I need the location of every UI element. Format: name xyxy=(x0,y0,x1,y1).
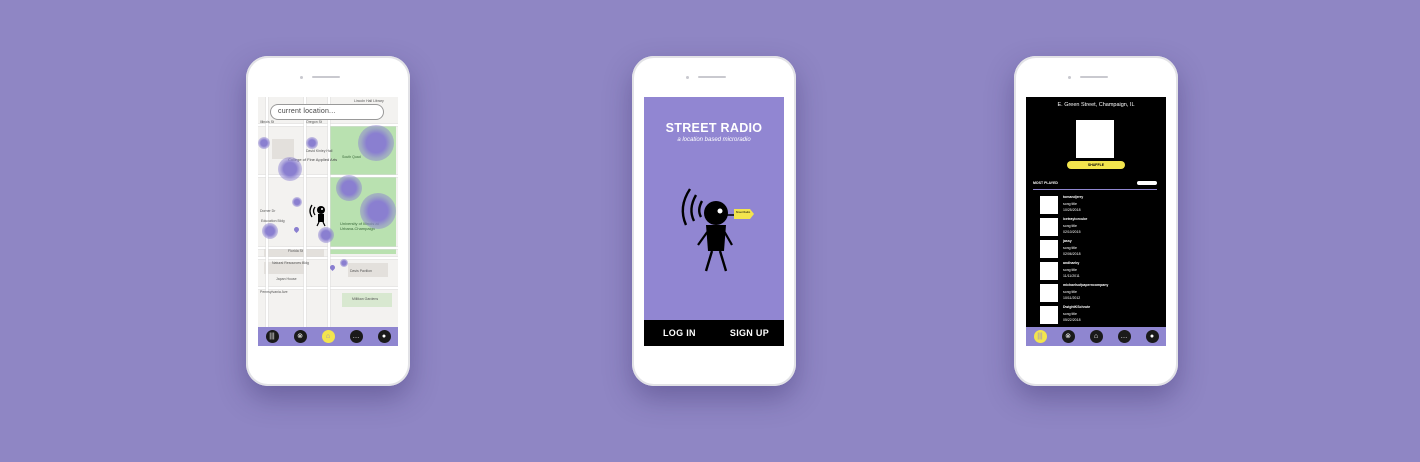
song-thumbnail xyxy=(1040,240,1058,258)
phone-map-screen: Lincoln Hall Library Illinois St Oregon … xyxy=(246,56,410,386)
flag-text: Street Radio xyxy=(735,211,751,214)
song-row[interactable]: DwightKSchrute song title 05/22/2018 xyxy=(1040,305,1158,327)
song-title: song title xyxy=(1063,312,1078,316)
station-hotspot[interactable] xyxy=(258,137,270,149)
library-icon[interactable]: ||| xyxy=(1033,330,1047,343)
station-hotspot[interactable] xyxy=(292,197,302,207)
song-date: 05/22/2018 xyxy=(1063,318,1081,322)
song-user: icetrayicecube xyxy=(1063,217,1088,221)
login-button[interactable]: LOG IN xyxy=(663,328,696,338)
song-date: 11/11/2011 xyxy=(1063,274,1080,278)
station-hotspot[interactable] xyxy=(340,259,348,267)
map-label: Lincoln Hall Library xyxy=(354,99,384,103)
phone-station-screen: E. Green Street, Champaign, IL SHUFFLE M… xyxy=(1014,56,1178,386)
map-label: Pennsylvania Ave xyxy=(260,290,288,294)
song-title: song title xyxy=(1063,202,1078,206)
station-hotspot[interactable] xyxy=(336,175,362,201)
song-row[interactable]: michaelsofpaperncompany song title 10/11… xyxy=(1040,283,1158,305)
radio-tower-icon[interactable]: ⊗ xyxy=(1061,330,1075,343)
map-label: Natural Resources Bldg xyxy=(272,261,309,265)
radio-mascot-logo xyxy=(681,188,754,272)
station-hotspot[interactable] xyxy=(358,125,394,161)
map-label: South Quad xyxy=(342,155,361,159)
front-camera xyxy=(686,76,689,79)
radio-tower-icon[interactable]: ⊗ xyxy=(293,330,307,343)
map-label: Dorner Dr xyxy=(260,209,276,213)
front-camera xyxy=(1068,76,1071,79)
chat-icon[interactable]: … xyxy=(1117,330,1131,343)
splash-screen: STREET RADIO a location based microradio… xyxy=(644,97,784,346)
building xyxy=(272,139,294,159)
most-played-header: MOST PLAYED xyxy=(1033,181,1157,189)
song-thumbnail xyxy=(1040,196,1058,214)
song-user: michaelsofpaperncompany xyxy=(1063,283,1109,287)
station-hotspot[interactable] xyxy=(278,157,302,181)
song-list: tomandjerry song title 10/25/2018 icetra… xyxy=(1040,195,1158,327)
current-location-radio-figure-icon[interactable] xyxy=(307,197,337,227)
map-label: Japan House xyxy=(276,277,297,281)
station-hotspot[interactable] xyxy=(306,137,318,149)
bottom-nav: ||| ⊗ ⌂ … ● xyxy=(258,327,398,346)
song-date: 10/11/2012 xyxy=(1063,296,1081,300)
search-input[interactable]: current location... xyxy=(270,104,384,120)
song-row[interactable]: icetrayicecube song title 02/10/2015 xyxy=(1040,217,1158,239)
library-icon[interactable]: ||| xyxy=(265,330,279,343)
song-row[interactable]: andhaeby song title 11/11/2011 xyxy=(1040,261,1158,283)
song-title: song title xyxy=(1063,290,1078,294)
station-location: E. Green Street, Champaign, IL xyxy=(1057,102,1135,108)
song-user: andhaeby xyxy=(1063,261,1080,265)
song-date: 02/10/2015 xyxy=(1063,230,1081,234)
shuffle-button[interactable]: SHUFFLE xyxy=(1067,161,1125,169)
divider xyxy=(1033,189,1157,190)
song-title: song title xyxy=(1063,268,1078,272)
map-label: Florida St xyxy=(288,249,303,253)
road xyxy=(304,97,306,346)
song-thumbnail xyxy=(1040,218,1058,236)
sort-toggle[interactable] xyxy=(1137,181,1157,185)
front-camera xyxy=(300,76,303,79)
earpiece-speaker xyxy=(312,76,340,78)
song-thumbnail xyxy=(1040,262,1058,280)
station-screen: E. Green Street, Champaign, IL SHUFFLE M… xyxy=(1026,97,1166,346)
song-date: 02/06/2018 xyxy=(1063,252,1081,256)
bottom-nav: ||| ⊗ ⌂ … ● xyxy=(1026,327,1166,346)
song-thumbnail xyxy=(1040,284,1058,302)
song-title: song title xyxy=(1063,224,1078,228)
search-input-value: current location... xyxy=(278,108,336,115)
profile-icon[interactable]: ● xyxy=(1145,330,1159,343)
home-icon[interactable]: ⌂ xyxy=(321,330,335,343)
song-user: jassy xyxy=(1063,239,1072,243)
app-subtitle: a location based microradio xyxy=(677,137,751,143)
map-label: Davis Pavilion xyxy=(350,269,372,273)
station-hotspot[interactable] xyxy=(262,223,278,239)
song-user: DwightKSchrute xyxy=(1063,305,1091,309)
song-user: tomandjerry xyxy=(1063,195,1084,199)
song-date: 10/25/2018 xyxy=(1063,208,1081,212)
album-art xyxy=(1076,120,1114,158)
home-icon[interactable]: ⌂ xyxy=(1089,330,1103,343)
chat-icon[interactable]: … xyxy=(349,330,363,343)
most-played-label: MOST PLAYED xyxy=(1033,181,1058,185)
auth-bar: LOG IN SIGN UP xyxy=(644,320,784,346)
earpiece-speaker xyxy=(1080,76,1108,78)
signup-button[interactable]: SIGN UP xyxy=(730,328,769,338)
map-screen: Lincoln Hall Library Illinois St Oregon … xyxy=(258,97,398,346)
profile-icon[interactable]: ● xyxy=(377,330,391,343)
song-row[interactable]: jassy song title 02/06/2018 xyxy=(1040,239,1158,261)
song-title: song title xyxy=(1063,246,1078,250)
map-label: Millikan Gardens xyxy=(352,297,379,301)
map-label: Education Bldg xyxy=(261,219,285,223)
station-hotspot[interactable] xyxy=(318,227,334,243)
song-thumbnail xyxy=(1040,306,1058,324)
map-label: Oregon St xyxy=(306,120,322,124)
app-title: STREET RADIO xyxy=(665,121,763,135)
station-hotspot[interactable] xyxy=(360,193,396,229)
song-row[interactable]: tomandjerry song title 10/25/2018 xyxy=(1040,195,1158,217)
phone-splash-screen: STREET RADIO a location based microradio… xyxy=(632,56,796,386)
earpiece-speaker xyxy=(698,76,726,78)
map-label: David Kinley Hall xyxy=(306,149,333,153)
map-label: Illinois St xyxy=(260,120,275,124)
